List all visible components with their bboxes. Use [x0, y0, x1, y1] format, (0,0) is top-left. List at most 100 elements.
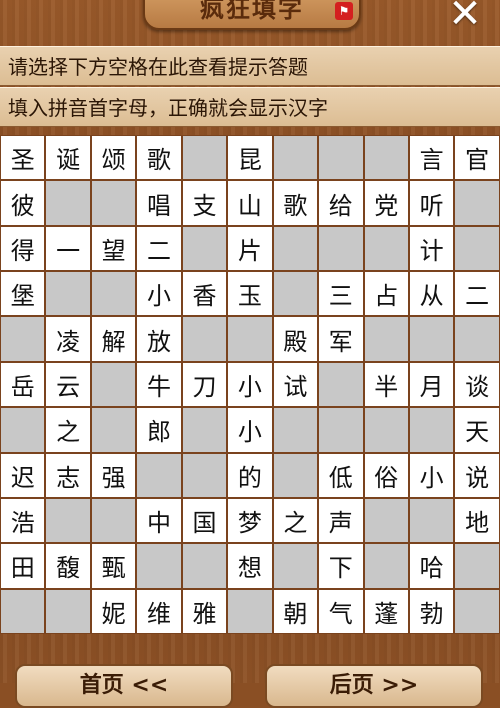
grid-cell[interactable] [318, 361, 364, 408]
grid-cell[interactable] [318, 225, 364, 272]
grid-cell[interactable] [454, 180, 500, 226]
grid-cell[interactable] [136, 452, 182, 498]
grid-cell[interactable] [272, 225, 319, 272]
grid-cell[interactable]: 志 [45, 452, 91, 498]
grid-cell[interactable] [45, 497, 91, 544]
grid-cell[interactable]: 维 [136, 588, 182, 634]
grid-cell[interactable]: 声 [318, 497, 364, 544]
grid-cell[interactable] [45, 588, 91, 634]
grid-cell[interactable] [181, 135, 228, 181]
grid-cell[interactable]: 殿 [272, 316, 319, 362]
grid-cell[interactable]: 牛 [136, 361, 182, 408]
grid-cell[interactable] [90, 407, 137, 453]
grid-cell[interactable]: 月 [408, 361, 455, 408]
grid-cell[interactable]: 迟 [0, 452, 46, 498]
grid-cell[interactable]: 说 [454, 452, 500, 498]
prev-page-button[interactable]: 首页 << [15, 664, 233, 708]
grid-cell[interactable]: 香 [181, 271, 228, 317]
grid-cell[interactable]: 蓬 [363, 588, 409, 634]
grid-cell[interactable]: 凌 [45, 316, 91, 362]
grid-cell[interactable]: 哈 [408, 543, 455, 589]
grid-cell[interactable]: 颂 [90, 135, 137, 181]
grid-cell[interactable]: 地 [454, 497, 500, 544]
grid-cell[interactable]: 计 [408, 225, 455, 272]
grid-cell[interactable]: 官 [454, 135, 500, 181]
grid-cell[interactable] [454, 588, 500, 634]
grid-cell[interactable]: 的 [227, 452, 273, 498]
grid-cell[interactable] [0, 407, 46, 453]
grid-cell[interactable]: 党 [363, 180, 409, 226]
grid-cell[interactable]: 试 [272, 361, 319, 408]
grid-cell[interactable]: 想 [227, 543, 273, 589]
grid-cell[interactable] [318, 135, 364, 181]
grid-cell[interactable] [181, 543, 228, 589]
grid-cell[interactable]: 馥 [45, 543, 91, 589]
grid-cell[interactable] [363, 135, 409, 181]
grid-cell[interactable]: 一 [45, 225, 91, 272]
grid-cell[interactable]: 下 [318, 543, 364, 589]
grid-cell[interactable] [272, 543, 319, 589]
grid-cell[interactable] [181, 407, 228, 453]
grid-cell[interactable]: 强 [90, 452, 137, 498]
grid-cell[interactable]: 彼 [0, 180, 46, 226]
grid-cell[interactable] [363, 543, 409, 589]
grid-cell[interactable]: 半 [363, 361, 409, 408]
grid-cell[interactable] [408, 497, 455, 544]
grid-cell[interactable]: 天 [454, 407, 500, 453]
grid-cell[interactable]: 占 [363, 271, 409, 317]
grid-cell[interactable]: 小 [227, 361, 273, 408]
grid-cell[interactable]: 刀 [181, 361, 228, 408]
grid-cell[interactable]: 听 [408, 180, 455, 226]
grid-cell[interactable] [454, 316, 500, 362]
grid-cell[interactable] [408, 407, 455, 453]
grid-cell[interactable]: 梦 [227, 497, 273, 544]
grid-cell[interactable] [272, 135, 319, 181]
grid-cell[interactable] [272, 452, 319, 498]
grid-cell[interactable]: 气 [318, 588, 364, 634]
grid-cell[interactable]: 得 [0, 225, 46, 272]
grid-cell[interactable]: 浩 [0, 497, 46, 544]
grid-cell[interactable]: 歌 [272, 180, 319, 226]
next-page-button[interactable]: 后页 >> [265, 664, 483, 708]
grid-cell[interactable]: 片 [227, 225, 273, 272]
grid-cell[interactable]: 从 [408, 271, 455, 317]
grid-cell[interactable] [90, 497, 137, 544]
grid-cell[interactable] [181, 452, 228, 498]
grid-cell[interactable] [181, 316, 228, 362]
grid-cell[interactable] [90, 180, 137, 226]
grid-cell[interactable]: 言 [408, 135, 455, 181]
grid-cell[interactable]: 云 [45, 361, 91, 408]
grid-cell[interactable]: 俗 [363, 452, 409, 498]
grid-cell[interactable]: 军 [318, 316, 364, 362]
grid-cell[interactable] [0, 588, 46, 634]
grid-cell[interactable] [90, 361, 137, 408]
grid-cell[interactable]: 甄 [90, 543, 137, 589]
grid-cell[interactable] [181, 225, 228, 272]
grid-cell[interactable]: 唱 [136, 180, 182, 226]
grid-cell[interactable]: 望 [90, 225, 137, 272]
grid-cell[interactable]: 二 [136, 225, 182, 272]
grid-cell[interactable]: 田 [0, 543, 46, 589]
grid-cell[interactable] [0, 316, 46, 362]
grid-cell[interactable]: 之 [45, 407, 91, 453]
grid-cell[interactable]: 小 [227, 407, 273, 453]
grid-cell[interactable]: 朝 [272, 588, 319, 634]
grid-cell[interactable]: 歌 [136, 135, 182, 181]
grid-cell[interactable]: 堡 [0, 271, 46, 317]
grid-cell[interactable]: 之 [272, 497, 319, 544]
grid-cell[interactable]: 诞 [45, 135, 91, 181]
grid-cell[interactable] [45, 180, 91, 226]
grid-cell[interactable] [318, 407, 364, 453]
grid-cell[interactable]: 解 [90, 316, 137, 362]
grid-cell[interactable]: 支 [181, 180, 228, 226]
grid-cell[interactable]: 玉 [227, 271, 273, 317]
grid-cell[interactable]: 小 [136, 271, 182, 317]
grid-cell[interactable]: 山 [227, 180, 273, 226]
grid-cell[interactable]: 中 [136, 497, 182, 544]
grid-cell[interactable] [363, 497, 409, 544]
grid-cell[interactable]: 岳 [0, 361, 46, 408]
grid-cell[interactable] [363, 316, 409, 362]
grid-cell[interactable] [272, 407, 319, 453]
grid-cell[interactable]: 圣 [0, 135, 46, 181]
grid-cell[interactable]: 小 [408, 452, 455, 498]
